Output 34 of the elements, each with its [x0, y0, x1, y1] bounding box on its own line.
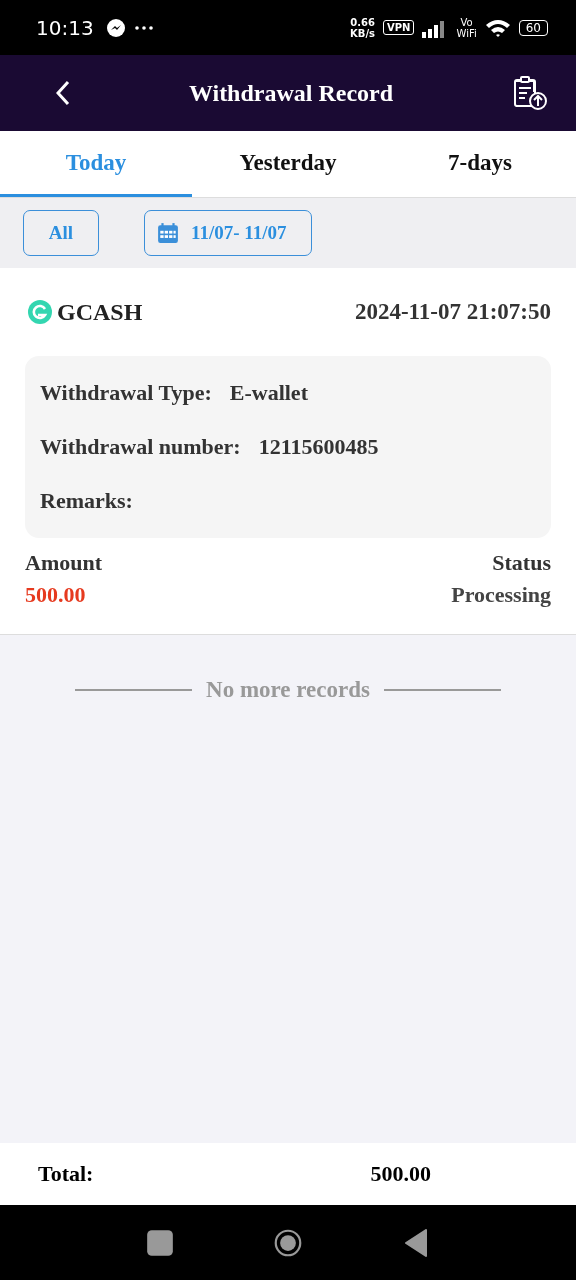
recent-apps-icon[interactable]	[146, 1228, 174, 1257]
amount-label: Amount	[25, 550, 102, 576]
status-value: Processing	[451, 582, 551, 608]
home-icon[interactable]	[274, 1228, 302, 1257]
messenger-icon	[105, 17, 126, 38]
all-filter-button[interactable]: All	[23, 210, 99, 256]
battery-indicator: 60	[518, 19, 548, 36]
speed-unit: KB/s	[350, 27, 376, 39]
detail-label: Withdrawal Type:	[40, 380, 212, 406]
status-time: 10:13	[36, 15, 94, 40]
end-of-list-note: No more records	[206, 677, 370, 703]
page-title: Withdrawal Record	[187, 79, 395, 107]
amount-value: 500.00	[25, 582, 87, 608]
detail-label: Remarks:	[40, 488, 133, 514]
vowifi-label: Vo	[460, 16, 473, 28]
payment-method: GCASH	[57, 298, 143, 326]
total-label: Total:	[38, 1161, 94, 1187]
calendar-icon	[157, 222, 179, 244]
record-time: 2024-11-07 21:07:50	[354, 299, 551, 325]
clipboard-upload-icon[interactable]	[512, 76, 548, 110]
vowifi-label: WiFi	[456, 27, 477, 39]
detail-value: 12115600485	[258, 434, 379, 460]
total-value: 500.00	[370, 1161, 431, 1187]
detail-value: E-wallet	[229, 380, 308, 406]
detail-label: Withdrawal number:	[40, 434, 241, 460]
status-label: Status	[492, 550, 551, 576]
back-nav-icon[interactable]	[402, 1228, 430, 1257]
vpn-badge: VPN	[383, 20, 415, 35]
back-icon[interactable]	[56, 80, 70, 106]
network-speed: 0.66	[350, 16, 375, 28]
more-notifications-icon	[133, 24, 154, 31]
wifi-icon	[484, 17, 511, 38]
date-range-button[interactable]: 11/07- 11/07	[144, 210, 312, 256]
wallet-logo-icon	[28, 300, 52, 324]
